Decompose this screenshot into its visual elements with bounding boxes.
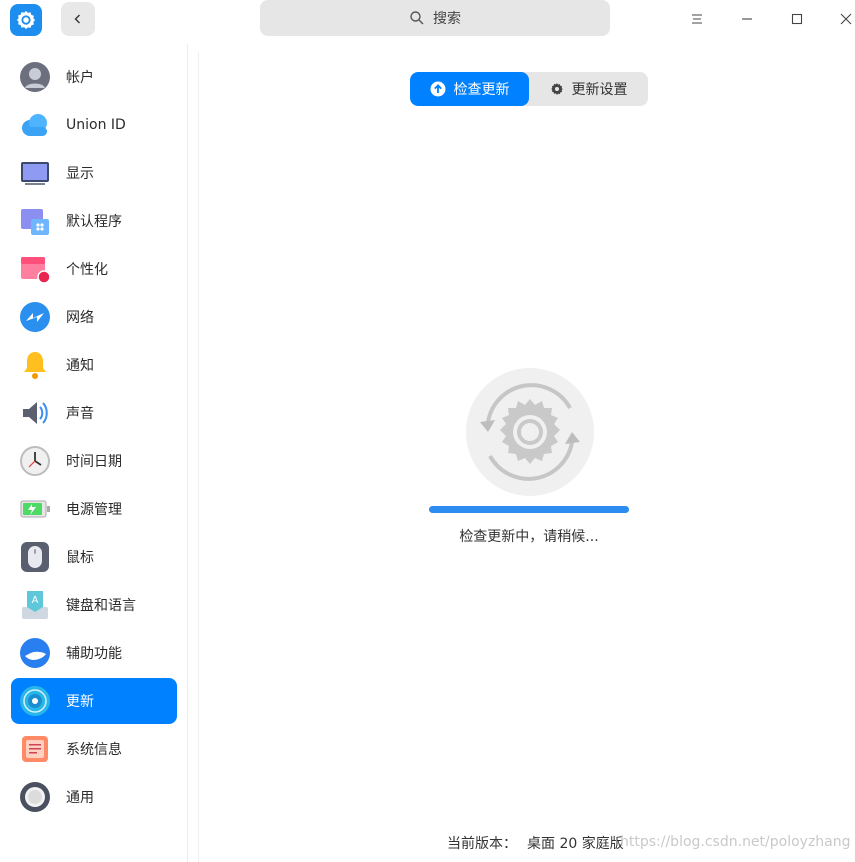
watermark-text: https://blog.csdn.net/poloyzhang <box>620 834 851 850</box>
sidebar-item-label: 时间日期 <box>66 454 122 470</box>
tab-check-update[interactable]: 检查更新 <box>410 72 529 106</box>
accessibility-icon <box>20 638 50 668</box>
sidebar-item-label: 显示 <box>66 166 94 182</box>
sidebar-item-label: 更新 <box>66 694 94 710</box>
tab-label: 更新设置 <box>571 82 628 98</box>
network-icon <box>20 302 50 332</box>
sidebar-item-label: 帐户 <box>66 70 94 86</box>
sidebar-item-label: 默认程序 <box>66 214 122 230</box>
back-button[interactable] <box>61 2 95 36</box>
personalization-icon <box>21 257 51 284</box>
sidebar-item-label: 键盘和语言 <box>66 598 136 614</box>
sidebar-item-notifications[interactable]: 通知 <box>11 342 177 388</box>
sidebar-item-power[interactable]: 电源管理 <box>11 486 177 532</box>
sidebar-item-general[interactable]: 通用 <box>11 774 177 820</box>
display-icon <box>21 162 49 185</box>
sidebar-item-accessibility[interactable]: 辅助功能 <box>11 630 177 676</box>
settings-app-icon <box>10 4 42 36</box>
version-value: 桌面 20 家庭版 <box>527 836 624 852</box>
maximize-button[interactable] <box>780 4 814 34</box>
sidebar-item-mouse[interactable]: 鼠标 <box>11 534 177 580</box>
general-icon <box>20 782 50 812</box>
sidebar-item-datetime[interactable]: 时间日期 <box>11 438 177 484</box>
sidebar-item-label: 通用 <box>66 790 94 806</box>
update-icon <box>20 686 50 716</box>
search-icon <box>410 11 424 25</box>
sidebar-item-network[interactable]: 网络 <box>11 294 177 340</box>
sidebar-item-account[interactable]: 帐户 <box>11 54 177 100</box>
battery-icon <box>20 500 50 518</box>
bell-icon <box>24 352 46 379</box>
minimize-icon <box>742 18 752 20</box>
sidebar-item-label: 网络 <box>66 310 94 326</box>
sidebar-item-label: 鼠标 <box>66 550 94 566</box>
speaker-icon <box>23 402 48 424</box>
sidebar: 帐户 Union ID 显示 默认程序 个性化 网络 通知 声音 时间日期 电源… <box>0 44 188 862</box>
search-input[interactable]: 搜索 <box>260 0 610 36</box>
update-tabs: 检查更新 更新设置 <box>410 72 648 106</box>
gear-icon <box>550 83 563 95</box>
sidebar-item-label: 电源管理 <box>66 502 122 518</box>
sidebar-item-update[interactable]: 更新 <box>11 678 177 724</box>
sidebar-item-keyboard[interactable]: A 键盘和语言 <box>11 582 177 628</box>
keyboard-icon: A <box>22 591 48 619</box>
chevron-left-icon <box>74 14 80 24</box>
clock-icon <box>20 446 50 476</box>
search-placeholder: 搜索 <box>433 11 461 27</box>
update-progress-gear-icon <box>466 368 594 496</box>
cloud-icon <box>22 114 47 136</box>
tab-update-settings[interactable]: 更新设置 <box>529 72 648 106</box>
maximize-icon <box>791 13 803 25</box>
sidebar-item-union-id[interactable]: Union ID <box>11 102 177 148</box>
progress-fill <box>429 506 629 513</box>
sidebar-item-default-apps[interactable]: 默认程序 <box>11 198 177 244</box>
version-label: 当前版本： <box>447 836 517 852</box>
menu-button[interactable] <box>680 4 714 34</box>
sidebar-item-label: 声音 <box>66 406 94 422</box>
svg-text:A: A <box>32 595 39 606</box>
system-info-icon <box>22 736 48 762</box>
close-button[interactable] <box>829 4 855 34</box>
sidebar-item-label: Union ID <box>66 117 126 133</box>
sidebar-item-personalization[interactable]: 个性化 <box>11 246 177 292</box>
sidebar-item-display[interactable]: 显示 <box>11 150 177 196</box>
sidebar-item-label: 个性化 <box>66 262 108 278</box>
sidebar-item-label: 通知 <box>66 358 94 374</box>
sidebar-item-sound[interactable]: 声音 <box>11 390 177 436</box>
mouse-icon <box>21 542 49 572</box>
main-panel: 检查更新 更新设置 检查更新中，请稍候... 当前版本： 桌面 20 家庭版 <box>198 52 855 862</box>
upload-circle-icon <box>430 81 445 97</box>
sidebar-item-label: 系统信息 <box>66 742 122 758</box>
menu-icon <box>692 14 702 24</box>
default-apps-icon <box>21 209 49 235</box>
sidebar-item-label: 辅助功能 <box>66 646 122 662</box>
title-bar: 搜索 <box>0 0 855 44</box>
update-status-text: 检查更新中，请稍候... <box>459 529 599 545</box>
current-version: 当前版本： 桌面 20 家庭版 <box>447 833 624 853</box>
update-progress-bar <box>429 506 629 513</box>
tab-label: 检查更新 <box>453 82 510 98</box>
sidebar-item-system-info[interactable]: 系统信息 <box>11 726 177 772</box>
account-icon <box>20 62 50 92</box>
minimize-button[interactable] <box>730 4 764 34</box>
close-icon <box>840 13 852 25</box>
